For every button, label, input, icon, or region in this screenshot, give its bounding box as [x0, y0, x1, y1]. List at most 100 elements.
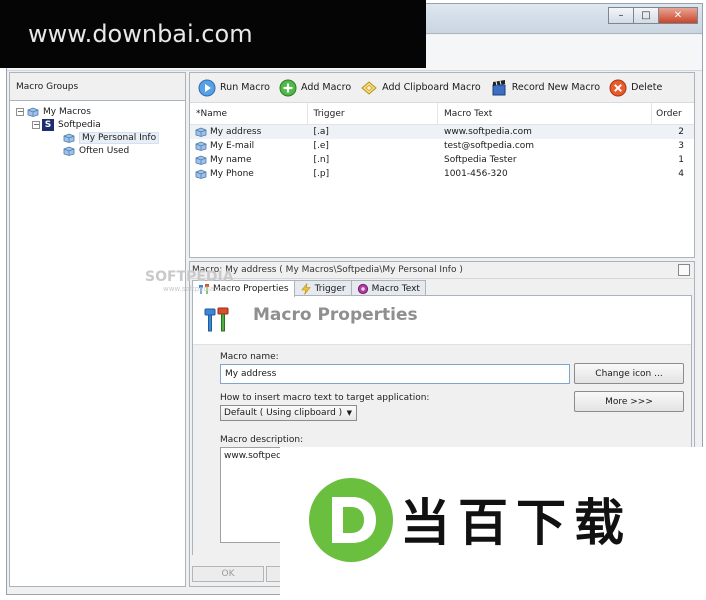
lightning-icon	[300, 282, 311, 295]
tree-node-label: My Macros	[43, 106, 91, 117]
gear-icon	[357, 283, 368, 294]
macro-list-panel: Run Macro Add Macro Add Clipboard Macro …	[189, 72, 695, 258]
cube-icon	[195, 169, 207, 179]
macro-trigger: [.e]	[313, 141, 329, 151]
softpedia-watermark: SOFTPEDIA www.softpedia.com	[145, 269, 234, 293]
panel-options-icon[interactable]	[678, 264, 690, 276]
tree-node-my-macros[interactable]: − My Macros	[14, 105, 185, 118]
macro-text: 1001-456-320	[443, 169, 508, 179]
run-macro-label: Run Macro	[220, 82, 270, 93]
site-watermark-text: www.downbai.com	[28, 20, 253, 48]
column-header-trigger[interactable]: Trigger	[308, 103, 438, 124]
name-cell: My Phone	[190, 169, 308, 179]
macro-text: www.softpedia.com	[443, 127, 532, 137]
macro-groups-panel: Macro Groups − My Macros − S Softpedia M…	[9, 72, 186, 587]
name-cell: My name	[190, 155, 308, 165]
column-header-macro-text[interactable]: Macro Text	[438, 103, 653, 124]
close-button[interactable]: ✕	[658, 7, 698, 24]
softpedia-watermark-url: www.softpedia.com	[163, 285, 232, 293]
add-macro-label: Add Macro	[301, 82, 352, 93]
add-clipboard-macro-label: Add Clipboard Macro	[382, 82, 481, 93]
site-watermark-banner: www.downbai.com	[0, 0, 426, 68]
table-row[interactable]: My name [.n] Softpedia Tester 1	[190, 153, 694, 167]
macro-name-input[interactable]: My address	[220, 364, 570, 384]
ok-button[interactable]: OK	[192, 566, 264, 582]
macro-order: 2	[678, 127, 684, 137]
run-macro-button[interactable]: Run Macro	[198, 79, 270, 97]
cube-icon	[195, 155, 207, 165]
cube-icon	[195, 141, 207, 151]
macro-description-label: Macro description:	[220, 435, 304, 445]
macro-name: My address	[210, 127, 262, 137]
tree-node-often-used[interactable]: Often Used	[14, 144, 185, 157]
tree-node-label: Often Used	[79, 145, 130, 156]
insert-method-select[interactable]: Default ( Using clipboard ) ▼	[220, 405, 357, 421]
tab-label: Macro Text	[371, 283, 420, 294]
softpedia-s-icon: S	[42, 118, 54, 131]
table-row[interactable]: My Phone [.p] 1001-456-320 4	[190, 167, 694, 181]
macro-name: My Phone	[210, 169, 254, 179]
tree-node-softpedia[interactable]: − S Softpedia	[14, 118, 185, 131]
tools-icon	[204, 307, 229, 332]
cube-icon	[195, 127, 207, 137]
macro-trigger: [.n]	[313, 155, 330, 165]
macro-order: 4	[678, 169, 684, 179]
tab-macro-text[interactable]: Macro Text	[350, 280, 426, 296]
delete-macro-label: Delete	[631, 82, 663, 93]
downbai-logo-text: 当百下载	[400, 494, 632, 552]
name-cell: My E-mail	[190, 141, 308, 151]
clipboard-add-icon	[361, 80, 377, 95]
tree-node-label: My Personal Info	[79, 131, 160, 144]
delete-icon	[609, 79, 627, 96]
insert-method-value: Default ( Using clipboard )	[224, 408, 343, 418]
cube-icon	[63, 133, 75, 143]
cube-icon	[63, 146, 75, 156]
macro-text: Softpedia Tester	[443, 155, 517, 165]
add-icon	[279, 79, 297, 96]
name-cell: My address	[190, 127, 308, 137]
tree-node-label: Softpedia	[58, 119, 101, 130]
macro-groups-tree: − My Macros − S Softpedia My Personal In…	[10, 101, 185, 157]
collapse-icon[interactable]: −	[16, 107, 24, 116]
add-clipboard-macro-button[interactable]: Add Clipboard Macro	[360, 79, 481, 97]
delete-macro-button[interactable]: Delete	[609, 79, 662, 97]
record-new-macro-label: Record New Macro	[511, 82, 601, 93]
add-macro-button[interactable]: Add Macro	[279, 79, 351, 97]
macro-toolbar: Run Macro Add Macro Add Clipboard Macro …	[190, 73, 694, 103]
tree-node-my-personal-info[interactable]: My Personal Info	[14, 131, 185, 144]
tab-trigger[interactable]: Trigger	[293, 280, 352, 296]
table-row[interactable]: My E-mail [.e] test@softpedia.com 3	[190, 139, 694, 153]
collapse-icon[interactable]: −	[32, 120, 40, 129]
macro-properties-title: Macro Properties	[253, 305, 418, 325]
macro-name-label: Macro name:	[220, 352, 279, 362]
insert-method-label: How to insert macro text to target appli…	[220, 393, 430, 403]
tab-label: Trigger	[314, 283, 346, 294]
macro-groups-caption: Macro Groups	[10, 73, 185, 101]
record-new-macro-button[interactable]: Record New Macro	[490, 79, 600, 97]
softpedia-watermark-brand: SOFTPEDIA	[145, 269, 234, 285]
macro-trigger: [.p]	[313, 169, 330, 179]
macro-details-header: Macro: My address ( My Macros\Softpedia\…	[190, 262, 694, 279]
maximize-button[interactable]: □	[633, 7, 659, 24]
details-tabs: Macro Properties Trigger Macro Text	[190, 280, 694, 297]
window-controls: – □ ✕	[608, 7, 698, 24]
macro-trigger: [.a]	[313, 127, 329, 137]
cube-icon	[27, 107, 39, 117]
clapperboard-icon	[492, 79, 506, 95]
column-header-order[interactable]: Order	[652, 103, 694, 124]
column-header-name[interactable]: *Name	[190, 103, 308, 124]
macro-text: test@softpedia.com	[443, 141, 535, 151]
macro-order: 3	[678, 141, 684, 151]
macro-name: My name	[210, 155, 252, 165]
macro-name: My E-mail	[210, 141, 255, 151]
dropdown-arrow-icon: ▼	[346, 409, 352, 417]
play-icon	[198, 79, 216, 96]
macro-grid-header: *Name Trigger Macro Text Order	[190, 103, 694, 125]
macro-order: 1	[678, 155, 684, 165]
more-button[interactable]: More >>>	[574, 391, 684, 412]
change-icon-button[interactable]: Change icon ...	[574, 363, 684, 384]
downbai-logo-watermark: 当百下载	[280, 447, 706, 600]
minimize-button[interactable]: –	[608, 7, 634, 24]
table-row[interactable]: My address [.a] www.softpedia.com 2	[190, 125, 694, 139]
downbai-d-logo	[309, 478, 393, 562]
